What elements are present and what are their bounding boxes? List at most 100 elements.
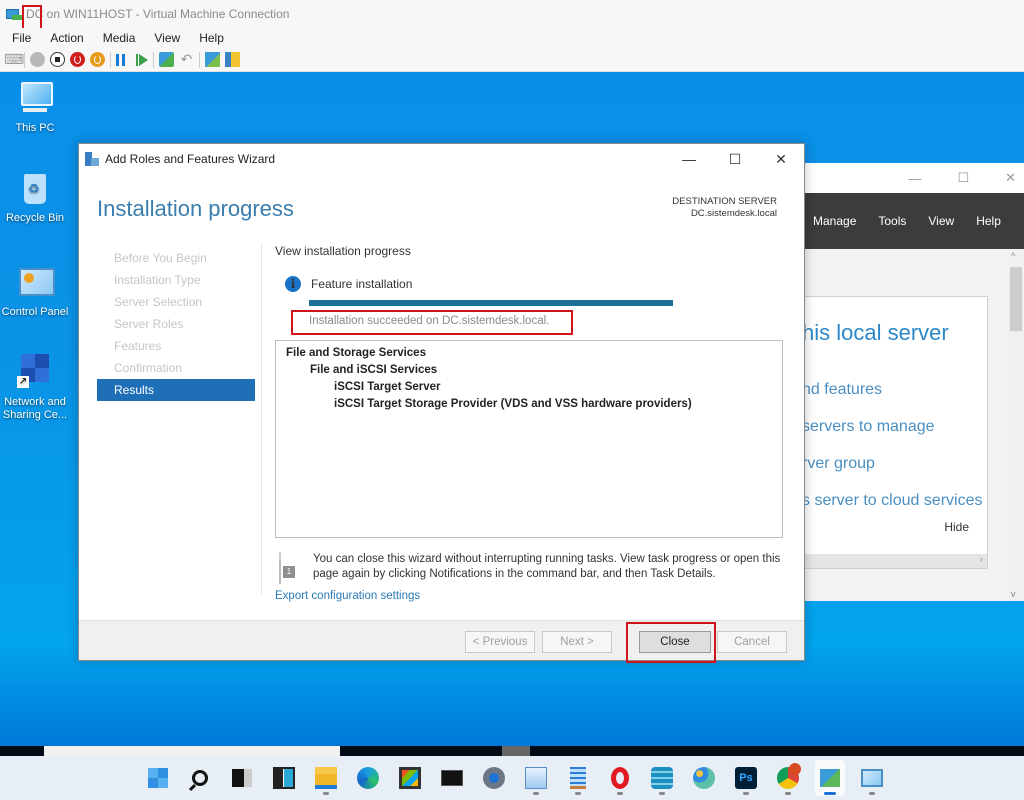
toolbar-separator (24, 51, 25, 68)
search-button[interactable] (185, 760, 215, 796)
shut-down-icon[interactable] (70, 52, 85, 67)
nav-before-you-begin[interactable]: Before You Begin (97, 247, 255, 269)
menu-tools[interactable]: Tools (878, 214, 906, 228)
menu-action[interactable]: Action (39, 31, 91, 45)
annotation-highlight-box (626, 622, 716, 663)
turn-off-icon[interactable] (50, 52, 65, 67)
hide-link[interactable]: Hide (944, 520, 969, 534)
start-button[interactable] (143, 760, 173, 796)
nav-confirmation[interactable]: Confirmation (97, 357, 255, 379)
vm-connection-button[interactable] (815, 760, 845, 796)
desktop-icon-control-panel[interactable]: Control Panel (0, 264, 70, 319)
link-add-servers[interactable]: servers to manage (802, 418, 935, 436)
task-view-icon (232, 769, 252, 787)
database-app-button[interactable] (647, 760, 677, 796)
annotation-highlight-box (22, 5, 42, 30)
store-icon (399, 767, 421, 789)
desktop-icon-label: Network and Sharing Ce... (2, 396, 68, 421)
maximize-icon[interactable]: ☐ (712, 144, 758, 174)
nav-server-roles[interactable]: Server Roles (97, 313, 255, 335)
desktop-icon-network-sharing[interactable]: Network and Sharing Ce... (0, 354, 70, 422)
vm-connection-icon (6, 7, 22, 21)
menu-help[interactable]: Help (188, 31, 232, 45)
file-explorer-button[interactable] (311, 760, 341, 796)
widgets-button[interactable] (269, 760, 299, 796)
destination-label: DESTINATION SERVER (672, 196, 777, 207)
running-indicator (659, 792, 665, 795)
settings-button[interactable] (479, 760, 509, 796)
horizontal-scrollbar[interactable]: › (800, 554, 987, 568)
menu-media[interactable]: Media (92, 31, 144, 45)
widgets-icon (273, 767, 295, 789)
wizard-footer: < Previous Next > Close Cancel (79, 620, 804, 663)
minimize-icon[interactable]: — (908, 171, 921, 186)
terminal-button[interactable] (437, 760, 467, 796)
scroll-right-icon[interactable]: › (980, 554, 983, 565)
menu-view[interactable]: View (928, 214, 954, 228)
scrollbar-thumb[interactable] (1010, 267, 1022, 331)
pause-icon[interactable] (116, 53, 128, 66)
edge-button[interactable] (353, 760, 383, 796)
results-list: File and Storage Services File and iSCSI… (275, 340, 783, 538)
control-panel-button[interactable] (857, 760, 887, 796)
nav-server-selection[interactable]: Server Selection (97, 291, 255, 313)
network-sharing-icon (17, 354, 53, 390)
enhanced-session-icon[interactable] (205, 52, 220, 67)
chrome-button[interactable] (773, 760, 803, 796)
scroll-up-icon[interactable]: ^ (1011, 251, 1015, 261)
vm-connection-icon (820, 769, 840, 787)
photoshop-button[interactable]: Ps (731, 760, 761, 796)
recycle-bin-icon (17, 170, 53, 206)
maximize-icon[interactable]: ☐ (957, 170, 969, 186)
taskbar: Ps (0, 756, 1024, 800)
menu-help[interactable]: Help (976, 214, 1001, 228)
progress-fill (309, 300, 673, 306)
cancel-button[interactable]: Cancel (717, 631, 787, 653)
result-item: File and iSCSI Services (310, 364, 438, 376)
notification-note: You can close this wizard without interr… (279, 552, 783, 584)
notepad-button[interactable] (563, 760, 593, 796)
reset-icon[interactable] (136, 53, 148, 66)
annotation-highlight-box (291, 310, 573, 335)
wizard-title-bar: Add Roles and Features Wizard — ☐ ✕ (79, 144, 804, 174)
result-item: iSCSI Target Storage Provider (VDS and V… (334, 398, 692, 410)
link-add-roles-features[interactable]: nd features (802, 381, 882, 399)
next-button[interactable]: Next > (542, 631, 612, 653)
nav-installation-type[interactable]: Installation Type (97, 269, 255, 291)
paint-button[interactable] (689, 760, 719, 796)
desktop-icon-label: Recycle Bin (5, 212, 65, 224)
menu-view[interactable]: View (143, 31, 188, 45)
revert-icon[interactable]: ↶ (179, 52, 194, 67)
control-panel-icon (861, 769, 883, 787)
performance-monitor-button[interactable] (521, 760, 551, 796)
link-connect-cloud[interactable]: s server to cloud services (802, 492, 983, 510)
ctrl-alt-del-icon[interactable]: ⌨ (4, 52, 24, 67)
running-indicator (869, 792, 875, 795)
desktop-icon-this-pc[interactable]: This PC (0, 80, 70, 135)
wizard-window-title: Add Roles and Features Wizard (105, 152, 276, 166)
menu-file[interactable]: File (0, 31, 39, 45)
close-icon[interactable]: ✕ (1005, 170, 1016, 186)
paint-icon (693, 767, 715, 789)
strip-segment (502, 746, 530, 756)
minimize-icon[interactable]: — (666, 144, 712, 174)
link-create-server-group[interactable]: rver group (802, 455, 875, 473)
previous-button[interactable]: < Previous (465, 631, 535, 653)
vertical-scrollbar[interactable]: ^ v (1008, 249, 1024, 601)
nav-features[interactable]: Features (97, 335, 255, 357)
export-configuration-link[interactable]: Export configuration settings (275, 590, 420, 602)
opera-button[interactable] (605, 760, 635, 796)
toolbar-separator (110, 51, 111, 68)
save-icon[interactable] (90, 52, 105, 67)
checkpoint-icon[interactable] (159, 52, 174, 67)
menu-manage[interactable]: Manage (813, 214, 856, 228)
nav-results[interactable]: Results (97, 379, 255, 401)
share-icon[interactable] (225, 52, 240, 67)
store-button[interactable] (395, 760, 425, 796)
start-icon[interactable] (30, 52, 45, 67)
close-icon[interactable]: ✕ (758, 144, 804, 174)
gear-icon (483, 767, 505, 789)
desktop-icon-recycle-bin[interactable]: Recycle Bin (0, 170, 70, 225)
task-view-button[interactable] (227, 760, 257, 796)
scroll-down-icon[interactable]: v (1011, 589, 1016, 599)
